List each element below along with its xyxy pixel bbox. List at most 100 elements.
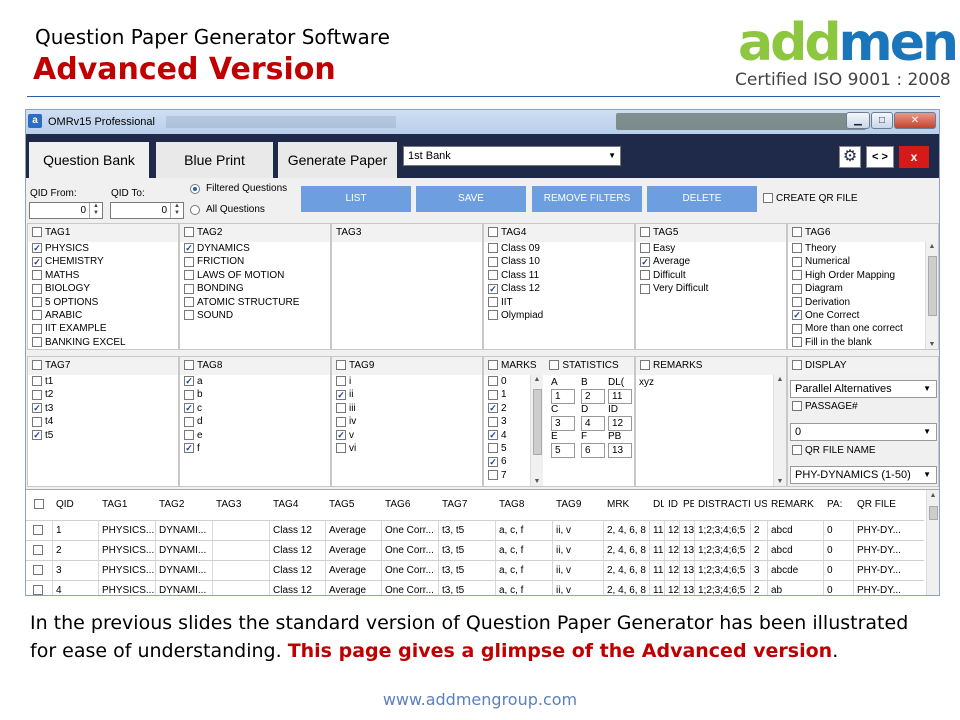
checkbox[interactable] [488,243,498,254]
list-item[interactable]: Diagram [792,282,922,295]
remarks-select-all[interactable] [640,360,650,371]
list-item[interactable]: 4 [488,429,528,442]
list-item[interactable]: 0 [488,375,528,388]
save-button[interactable]: SAVE [416,186,526,212]
table-cell[interactable] [212,561,269,580]
list-item[interactable]: ii [336,388,480,401]
table-cell[interactable]: 4 [52,581,98,595]
list-item[interactable]: f [184,442,328,455]
table-cell[interactable]: Class 12 [269,561,325,580]
table-cell[interactable]: Average [325,561,381,580]
create-qr-checkbox[interactable]: CREATE QR FILE [763,193,858,204]
table-cell[interactable]: 11 [649,581,664,595]
nav-button[interactable]: < > [866,146,894,168]
passage-select[interactable]: 0 ▼ [790,423,937,441]
tag4-header[interactable]: TAG4 [484,224,634,242]
scroll-up-icon[interactable]: ▲ [531,376,543,383]
qr-file-select[interactable]: PHY-DYNAMICS (1-50) ▼ [790,466,937,484]
list-item[interactable]: 7 [488,469,528,482]
tab-question-bank[interactable]: Question Bank [29,142,149,178]
column-header[interactable]: DISTRACTI [694,490,751,520]
checkbox[interactable] [32,310,42,321]
table-cell[interactable] [212,581,269,595]
list-item[interactable]: Average [640,255,784,268]
checkbox[interactable] [488,283,498,294]
table-cell[interactable]: 0 [823,561,853,580]
spinner-arrows-icon[interactable]: ▲ ▼ [89,203,102,218]
checkbox[interactable] [336,416,346,427]
tag8-header[interactable]: TAG8 [180,357,330,375]
qid-to-input[interactable]: 0 ▲ ▼ [110,202,184,219]
tab-generate-paper[interactable]: Generate Paper [278,142,397,178]
display-check[interactable] [792,360,802,371]
row-checkbox[interactable] [33,565,43,576]
table-cell[interactable]: DYNAMI... [155,541,212,560]
table-cell[interactable]: 2 [52,541,98,560]
checkbox[interactable] [640,283,650,294]
checkbox[interactable] [640,256,650,267]
tag9-header[interactable]: TAG9 [332,357,482,375]
checkbox[interactable] [184,270,194,281]
marks-select-all[interactable] [488,360,498,371]
tag8-select-all[interactable] [184,360,194,371]
checkbox[interactable] [32,283,42,294]
list-item[interactable]: ATOMIC STRUCTURE [184,296,328,309]
list-item[interactable]: t3 [32,402,176,415]
scroll-thumb[interactable] [928,256,937,316]
column-header[interactable]: TAG4 [269,490,325,520]
table-cell[interactable]: ab [767,581,823,595]
minimize-button[interactable]: ▁ [846,112,870,129]
table-cell[interactable]: PHYSICS... [98,541,155,560]
table-cell[interactable]: a, c, f [495,561,552,580]
window-close-button[interactable]: ✕ [894,112,936,129]
checkbox[interactable] [488,416,498,427]
table-cell[interactable]: PHYSICS... [98,561,155,580]
checkbox[interactable] [488,389,498,400]
list-item[interactable]: High Order Mapping [792,269,922,282]
column-header[interactable]: TAG5 [325,490,381,520]
column-header[interactable]: PE [679,490,696,520]
table-cell[interactable]: abcd [767,521,823,540]
table-cell[interactable]: One Corr... [381,561,438,580]
table-cell[interactable]: DYNAMI... [155,521,212,540]
column-header[interactable]: QR FILE [853,490,913,520]
table-cell[interactable]: t3, t5 [438,561,495,580]
remove-filters-button[interactable]: REMOVE FILTERS [532,186,642,212]
checkbox[interactable] [32,416,42,427]
checkbox[interactable] [184,296,194,307]
list-item[interactable]: BANKING EXCEL [32,336,176,349]
statistic-value[interactable]: 6 [581,443,605,458]
checkbox[interactable] [488,470,498,481]
checkbox[interactable] [336,389,346,400]
table-cell[interactable] [212,541,269,560]
row-checkbox[interactable] [33,525,43,536]
checkbox[interactable] [488,296,498,307]
passage-row[interactable]: PASSAGE# [792,401,858,412]
checkbox[interactable] [336,403,346,414]
tag6-select-all[interactable] [792,227,802,238]
qr-file-row[interactable]: QR FILE NAME [792,445,876,456]
table-scrollbar[interactable]: ▲ [926,490,939,595]
statistic-value[interactable]: 3 [551,416,575,431]
qid-from-input[interactable]: 0 ▲ ▼ [29,202,103,219]
statistic-value[interactable]: 4 [581,416,605,431]
table-cell[interactable]: One Corr... [381,581,438,595]
statistic-value[interactable]: 13 [608,443,632,458]
checkbox[interactable] [32,323,42,334]
scroll-up-icon[interactable]: ▲ [927,492,939,499]
column-header[interactable]: ID [664,490,679,520]
tag4-select-all[interactable] [488,227,498,238]
row-checkbox[interactable] [33,585,43,595]
list-item[interactable]: t2 [32,388,176,401]
table-cell[interactable]: Average [325,521,381,540]
gear-icon[interactable]: ⚙ [839,146,861,168]
radio-all-questions[interactable] [190,205,200,215]
table-cell[interactable]: 11 [649,561,664,580]
tab-blue-print[interactable]: Blue Print [156,142,273,178]
checkbox[interactable] [32,403,42,414]
row-checkbox-cell[interactable] [30,541,52,560]
list-item[interactable]: t1 [32,375,176,388]
list-item[interactable]: Theory [792,242,922,255]
statistic-value[interactable]: 1 [551,389,575,404]
list-item[interactable]: d [184,415,328,428]
